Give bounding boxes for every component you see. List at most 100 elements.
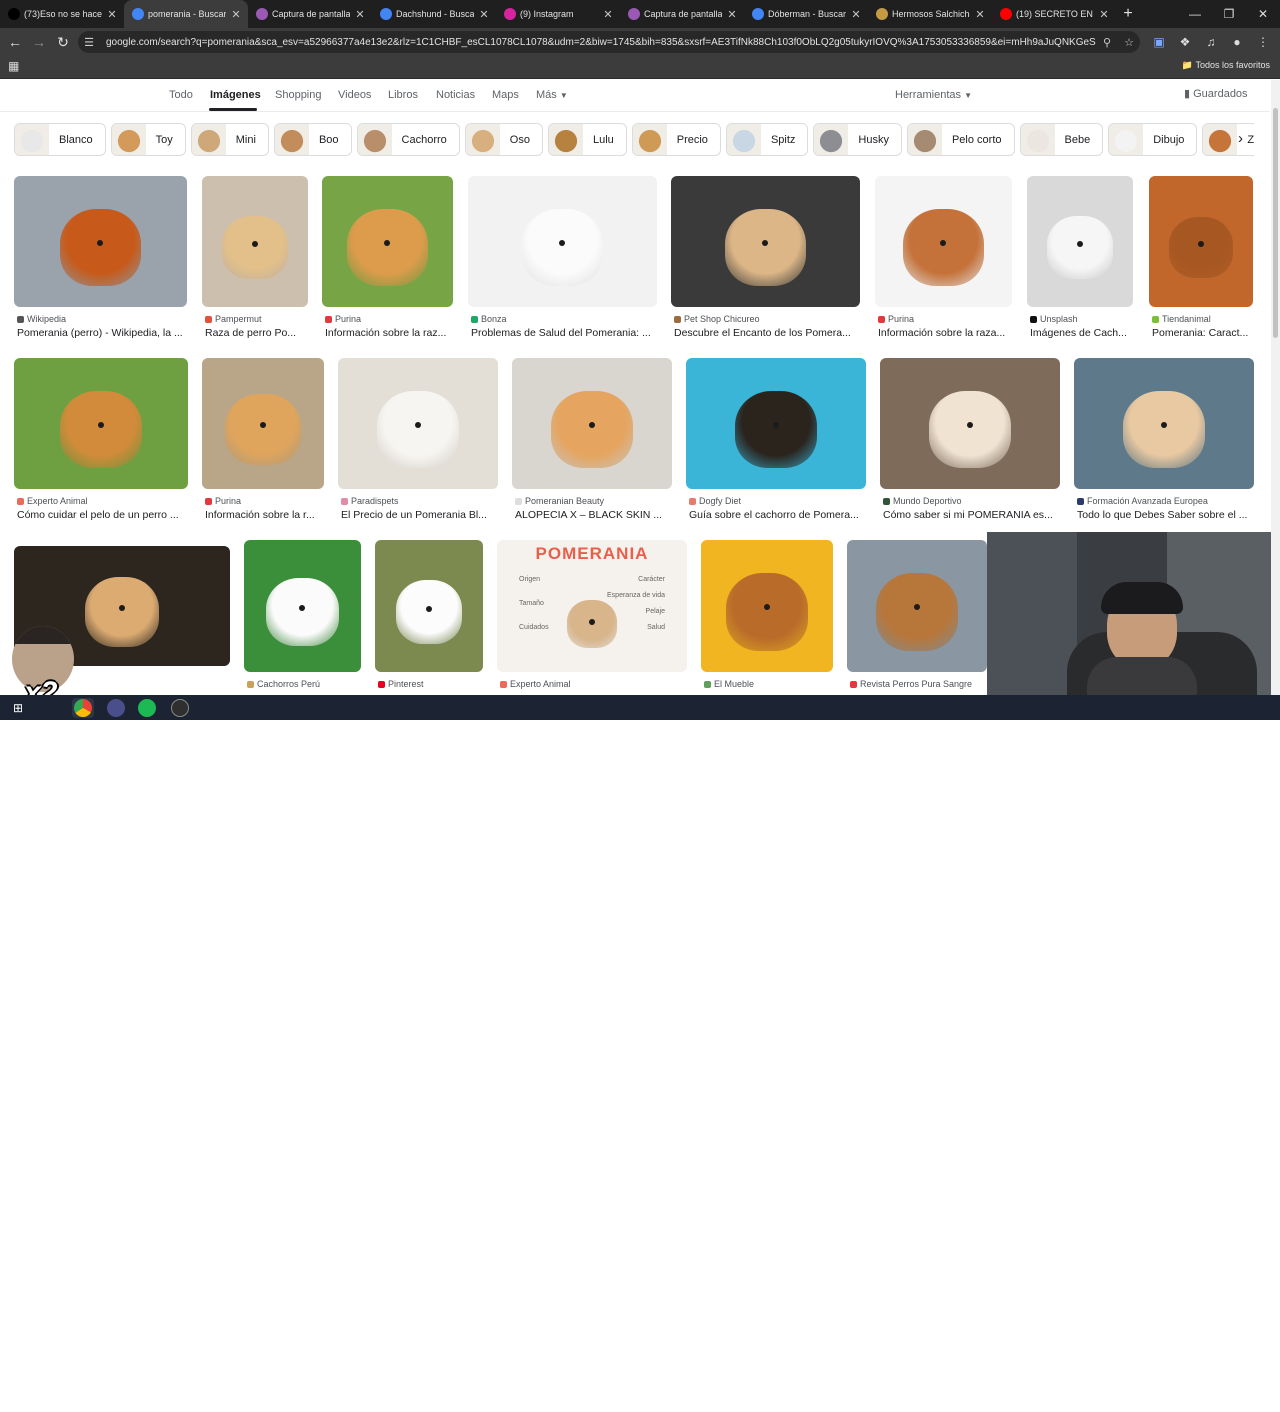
browser-tab[interactable]: (73)Eso no se hace Je ✕ [0, 0, 124, 28]
browser-tab[interactable]: Dachshund - Buscar c ✕ [372, 0, 496, 28]
chip[interactable]: Lulu [547, 123, 627, 156]
close-tab-icon[interactable]: ✕ [850, 8, 862, 21]
result-source[interactable]: Formación Avanzada Europea [1077, 496, 1208, 506]
result-title[interactable]: Descubre el Encanto de los Pomera... [674, 327, 861, 339]
page-scrollbar[interactable] [1271, 80, 1280, 695]
result-title[interactable]: Todo lo que Debes Saber sobre el ... [1077, 509, 1255, 521]
chip[interactable]: Precio [631, 123, 721, 156]
result-source[interactable]: Pet Shop Chicureo [674, 314, 760, 324]
browser-tab[interactable]: Captura de pantalla p ✕ [248, 0, 372, 28]
profile-icon[interactable]: ● [1224, 35, 1250, 49]
result-source[interactable]: Pampermut [205, 314, 262, 324]
result-thumbnail[interactable] [14, 358, 188, 489]
extensions-puzzle-icon[interactable]: ❖ [1172, 35, 1198, 49]
result-source[interactable]: Bonza [471, 314, 507, 324]
obs-icon[interactable] [107, 699, 125, 717]
result-thumbnail[interactable] [875, 176, 1012, 307]
image-result[interactable]: Wikipedia Pomerania (perro) - Wikipedia, … [14, 176, 187, 347]
chip[interactable]: Pelo corto [906, 123, 1015, 156]
tab-videos[interactable]: Videos [338, 89, 371, 101]
image-result[interactable]: Formación Avanzada Europea Todo lo que De… [1074, 358, 1254, 529]
close-tab-icon[interactable]: ✕ [602, 8, 614, 21]
result-thumbnail[interactable]: POMERANIA Origen Tamaño Cuidados Carácter Esp… [497, 540, 687, 672]
result-title[interactable]: Imágenes de Cach... [1030, 327, 1134, 339]
restore-icon[interactable]: ❐ [1212, 0, 1246, 28]
result-thumbnail[interactable] [512, 358, 672, 489]
result-source[interactable]: Experto Animal [17, 496, 88, 506]
image-result[interactable]: Tiendanimal Pomerania: Caract... [1149, 176, 1253, 347]
browser-tab[interactable]: Captura de pantalla p ✕ [620, 0, 744, 28]
result-thumbnail[interactable] [468, 176, 657, 307]
image-result[interactable]: Pet Shop Chicureo Descubre el Encanto de … [671, 176, 860, 347]
close-tab-icon[interactable]: ✕ [726, 8, 738, 21]
app-icon[interactable] [171, 699, 189, 717]
result-thumbnail[interactable] [322, 176, 453, 307]
result-source[interactable]: Revista Perros Pura Sangre [850, 679, 972, 689]
result-thumbnail[interactable] [244, 540, 361, 672]
browser-tab[interactable]: Dóberman - Buscar c ✕ [744, 0, 868, 28]
image-result[interactable]: Mundo Deportivo Cómo saber si mi POMERANI… [880, 358, 1060, 529]
result-source[interactable]: Purina [205, 496, 241, 506]
all-bookmarks[interactable]: 📁 Todos los favoritos [1182, 60, 1270, 71]
close-tab-icon[interactable]: ✕ [974, 8, 986, 21]
result-source[interactable]: Paradispets [341, 496, 399, 506]
image-result[interactable]: Bonza Problemas de Salud del Pomerania: .… [468, 176, 657, 347]
apps-grid-icon[interactable]: ▦ [8, 59, 19, 73]
image-result[interactable]: Pinterest [375, 540, 483, 712]
extension-icon[interactable]: ▣ [1146, 35, 1172, 49]
result-title[interactable]: ALOPECIA X – BLACK SKIN ... [515, 509, 673, 521]
image-result[interactable]: Pomeranian Beauty ALOPECIA X – BLACK SKIN… [512, 358, 672, 529]
image-result[interactable]: Experto Animal Cómo cuidar el pelo de un … [14, 358, 188, 529]
result-thumbnail[interactable] [1027, 176, 1133, 307]
tab-libros[interactable]: Libros [388, 89, 418, 101]
result-thumbnail[interactable] [1074, 358, 1254, 489]
result-title[interactable]: Información sobre la r... [205, 509, 325, 521]
result-source[interactable]: Purina [325, 314, 361, 324]
tools-button[interactable]: Herramientas ▼ [895, 89, 972, 101]
result-thumbnail[interactable] [880, 358, 1060, 489]
zoom-icon[interactable]: ⚲ [1096, 36, 1118, 49]
result-title[interactable]: Pomerania (perro) - Wikipedia, la ... [17, 327, 188, 339]
result-source[interactable]: Experto Animal [500, 679, 571, 689]
close-tab-icon[interactable]: ✕ [1098, 8, 1110, 21]
result-source[interactable]: Pinterest [378, 679, 424, 689]
chip[interactable]: Bebe [1019, 123, 1104, 156]
new-tab-icon[interactable]: + [1116, 5, 1140, 23]
result-source[interactable]: Wikipedia [17, 314, 66, 324]
close-tab-icon[interactable]: ✕ [354, 8, 366, 21]
browser-tab[interactable]: pomerania - Buscar c ✕ [124, 0, 248, 28]
result-source[interactable]: Cachorros Perú [247, 679, 320, 689]
menu-icon[interactable]: ⋮ [1250, 35, 1276, 49]
result-thumbnail[interactable] [847, 540, 987, 672]
result-thumbnail[interactable] [686, 358, 866, 489]
tab-todo[interactable]: Todo [169, 89, 193, 101]
result-title[interactable]: Guía sobre el cachorro de Pomera... [689, 509, 867, 521]
close-window-icon[interactable]: ✕ [1246, 0, 1280, 28]
image-result[interactable]: Purina Información sobre la r... [202, 358, 324, 529]
close-tab-icon[interactable]: ✕ [230, 8, 242, 21]
spotify-icon[interactable] [138, 699, 156, 717]
browser-tab[interactable]: Hermosos Salchichas ✕ [868, 0, 992, 28]
chip[interactable]: Blanco [14, 123, 106, 156]
tab-imagenes[interactable]: Imágenes [210, 89, 261, 101]
result-title[interactable]: Cómo saber si mi POMERANIA es... [883, 509, 1061, 521]
image-result[interactable]: POMERANIA Origen Tamaño Cuidados Carácter Esp… [497, 540, 687, 712]
image-result[interactable]: El Mueble [701, 540, 833, 712]
result-thumbnail[interactable] [202, 176, 308, 307]
result-source[interactable]: Mundo Deportivo [883, 496, 962, 506]
chip[interactable]: Toy [110, 123, 186, 156]
image-result[interactable]: Pampermut Raza de perro Po... [202, 176, 308, 347]
result-source[interactable]: Unsplash [1030, 314, 1078, 324]
result-thumbnail[interactable] [671, 176, 860, 307]
browser-tab[interactable]: (19) SECRETO EN EL l ✕ [992, 0, 1116, 28]
chevron-right-icon[interactable]: › [1238, 130, 1254, 152]
result-thumbnail[interactable] [1149, 176, 1253, 307]
result-source[interactable]: El Mueble [704, 679, 754, 689]
scrollbar-thumb[interactable] [1273, 108, 1278, 338]
reload-icon[interactable]: ↻ [51, 34, 75, 51]
site-info-icon[interactable]: ☰ [78, 36, 100, 49]
tab-shopping[interactable]: Shopping [275, 89, 322, 101]
image-result[interactable]: Unsplash Imágenes de Cach... [1027, 176, 1133, 347]
close-tab-icon[interactable]: ✕ [106, 8, 118, 21]
result-thumbnail[interactable] [202, 358, 324, 489]
